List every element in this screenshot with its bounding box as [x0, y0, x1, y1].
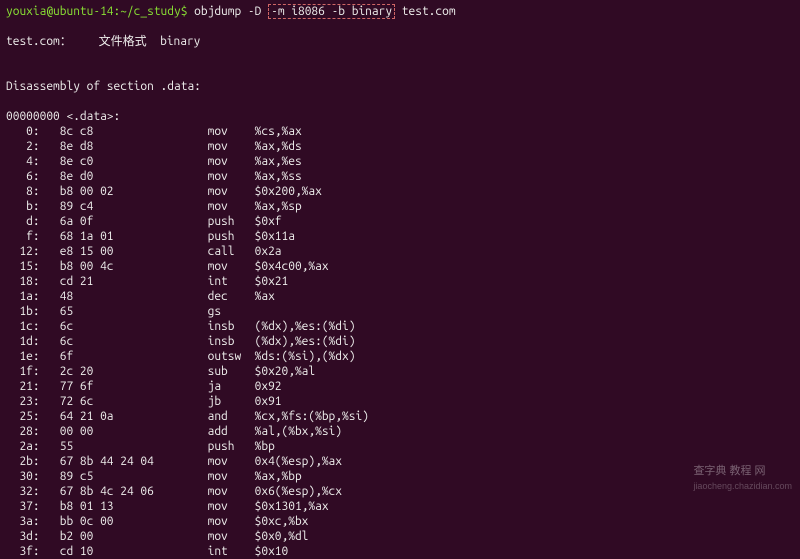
asm-row: 1e: 6f outsw %ds:(%si),(%dx) — [6, 349, 794, 364]
watermark-top: 查字典 教程 网 — [693, 464, 792, 479]
watermark: 查字典 教程 网 jiaocheng.chazidian.com — [693, 464, 792, 494]
file-format-line: test.com： 文件格式 binary — [6, 34, 794, 49]
section-label: 00000000 <.data>: — [6, 109, 794, 124]
asm-row: 28: 00 00 add %al,(%bx,%si) — [6, 424, 794, 439]
asm-row: 2: 8e d8 mov %ax,%ds — [6, 139, 794, 154]
asm-row: 1f: 2c 20 sub $0x20,%al — [6, 364, 794, 379]
asm-row: 12: e8 15 00 call 0x2a — [6, 244, 794, 259]
asm-row: 18: cd 21 int $0x21 — [6, 274, 794, 289]
blank-line — [6, 49, 794, 64]
asm-row: 37: b8 01 13 mov $0x1301,%ax — [6, 499, 794, 514]
asm-row: 1c: 6c insb (%dx),%es:(%di) — [6, 319, 794, 334]
asm-row: 3d: b2 00 mov $0x0,%dl — [6, 529, 794, 544]
asm-row: 2a: 55 push %bp — [6, 439, 794, 454]
watermark-bottom: jiaocheng.chazidian.com — [693, 479, 792, 494]
asm-row: 25: 64 21 0a and %cx,%fs:(%bp,%si) — [6, 409, 794, 424]
asm-row: 1a: 48 dec %ax — [6, 289, 794, 304]
asm-row: 8: b8 00 02 mov $0x200,%ax — [6, 184, 794, 199]
asm-row: b: 89 c4 mov %ax,%sp — [6, 199, 794, 214]
cmd-post: test.com — [395, 5, 455, 18]
asm-row: 4: 8e c0 mov %ax,%es — [6, 154, 794, 169]
asm-row: 2b: 67 8b 44 24 04 mov 0x4(%esp),%ax — [6, 454, 794, 469]
asm-row: d: 6a 0f push $0xf — [6, 214, 794, 229]
asm-row: 1d: 6c insb (%dx),%es:(%di) — [6, 334, 794, 349]
asm-row: 32: 67 8b 4c 24 06 mov 0x6(%esp),%cx — [6, 484, 794, 499]
asm-row: 15: b8 00 4c mov $0x4c00,%ax — [6, 259, 794, 274]
asm-row: 23: 72 6c jb 0x91 — [6, 394, 794, 409]
asm-row: 3a: bb 0c 00 mov $0xc,%bx — [6, 514, 794, 529]
blank-line — [6, 94, 794, 109]
disassembly-listing: 0: 8c c8 mov %cs,%ax 2: 8e d8 mov %ax,%d… — [6, 124, 794, 559]
command-line[interactable]: youxia@ubuntu-14:~/c_study$ objdump -D -… — [6, 4, 794, 19]
disassembly-header: Disassembly of section .data: — [6, 79, 794, 94]
asm-row: 30: 89 c5 mov %ax,%bp — [6, 469, 794, 484]
blank-line — [6, 64, 794, 79]
asm-row: 21: 77 6f ja 0x92 — [6, 379, 794, 394]
asm-row: f: 68 1a 01 push $0x11a — [6, 229, 794, 244]
cmd-pre: objdump -D — [194, 5, 268, 18]
asm-row: 6: 8e d0 mov %ax,%ss — [6, 169, 794, 184]
asm-row: 3f: cd 10 int $0x10 — [6, 544, 794, 559]
blank-line — [6, 19, 794, 34]
shell-prompt: youxia@ubuntu-14:~/c_study$ — [6, 5, 194, 18]
asm-row: 0: 8c c8 mov %cs,%ax — [6, 124, 794, 139]
cmd-highlight-box: -m i8086 -b binary — [268, 4, 395, 19]
asm-row: 1b: 65 gs — [6, 304, 794, 319]
